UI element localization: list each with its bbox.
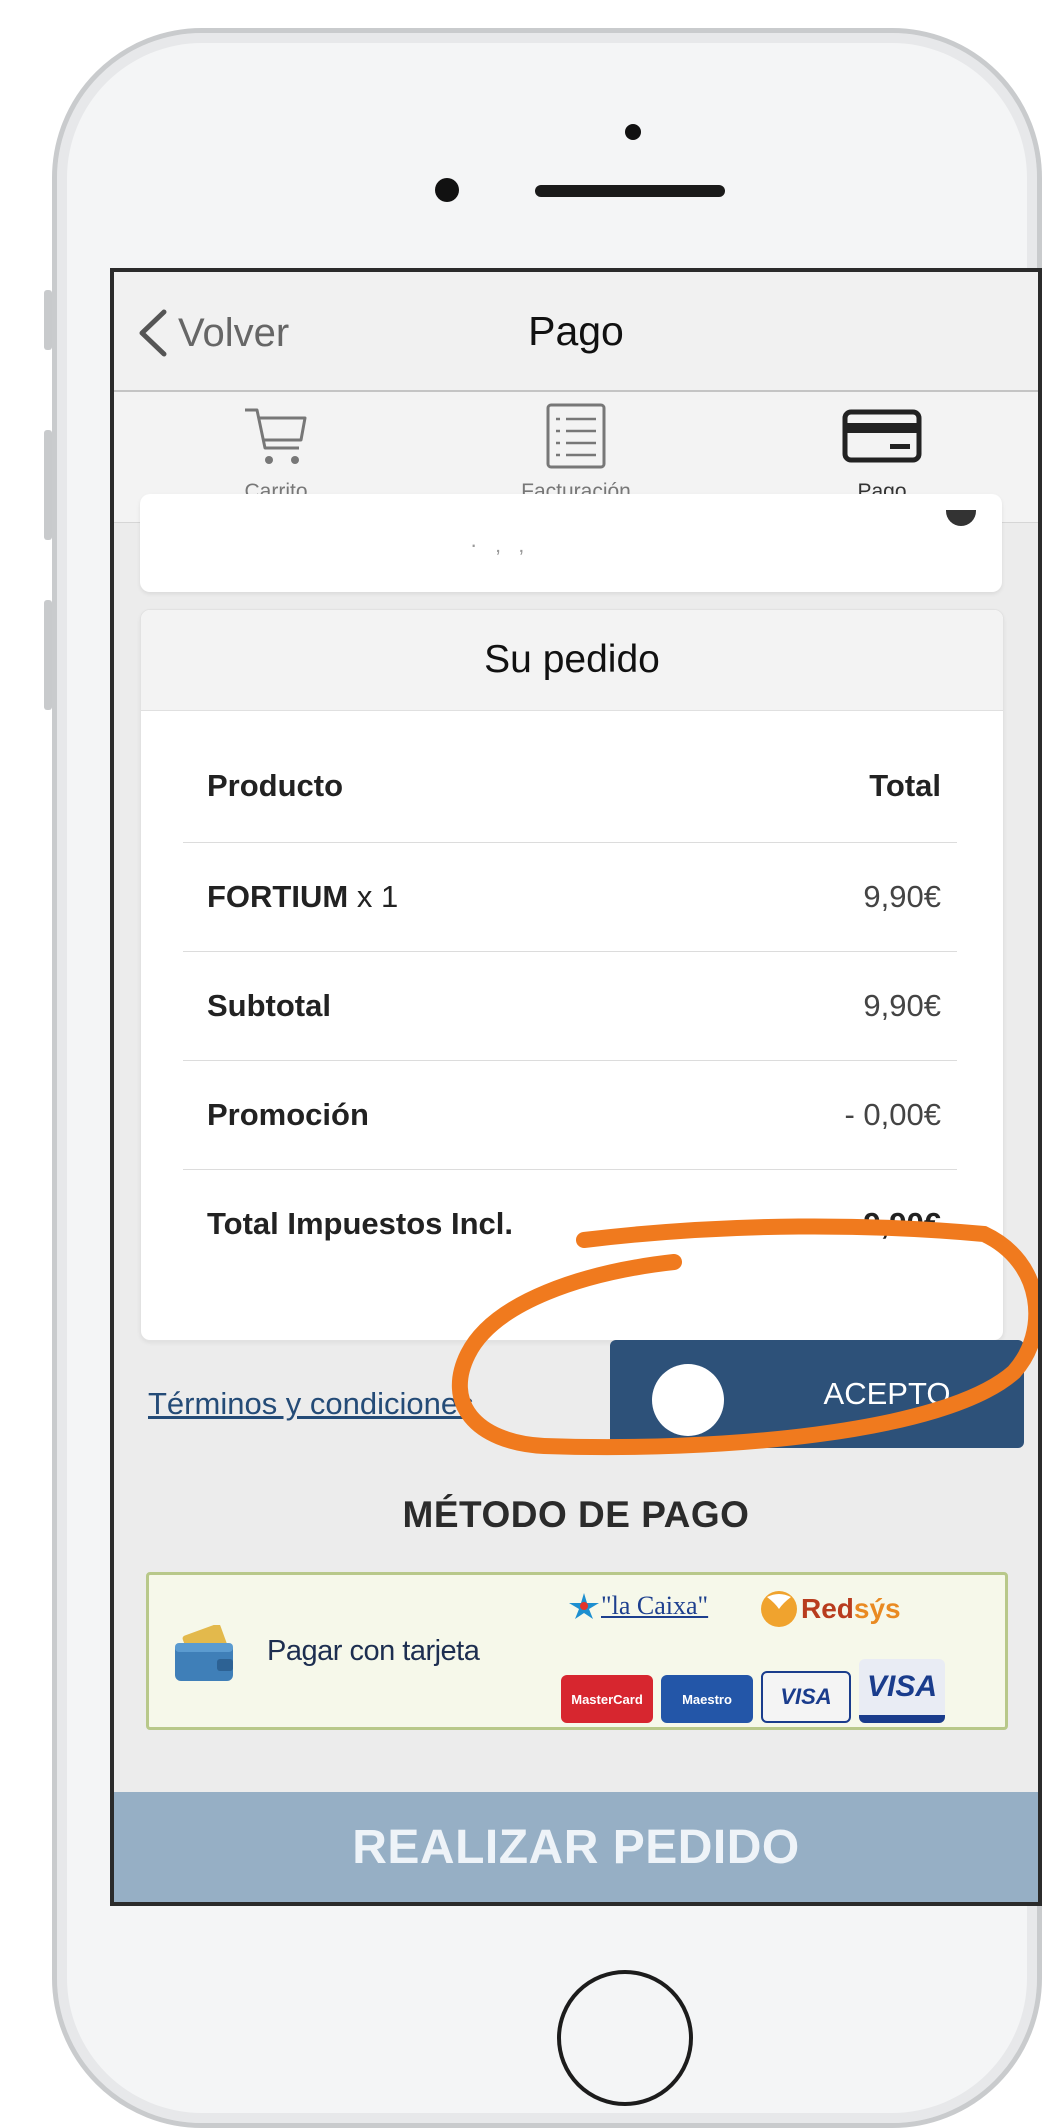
step-facturacion[interactable]: Facturación (466, 400, 686, 504)
promotion-value: - 0,00€ (844, 1097, 941, 1132)
list-icon (546, 403, 606, 469)
proximity-sensor (435, 178, 459, 202)
order-row-subtotal: Subtotal 9,90€ (183, 952, 957, 1061)
checkout-content: · ‚ ‚ Su pedido Producto Total FORTIUM x… (114, 494, 1038, 1792)
credit-card-icon (842, 409, 922, 463)
volume-down-button (44, 600, 52, 710)
step-carrito[interactable]: Carrito (166, 400, 386, 504)
column-header-product: Producto (207, 768, 344, 803)
app-screen: Volver Pago Carrito Facturación Pago · ‚… (110, 268, 1042, 1906)
place-order-button[interactable]: REALIZAR PEDIDO (114, 1792, 1038, 1902)
total-label: Total Impuestos Incl. (207, 1206, 514, 1241)
partial-text: · ‚ ‚ (470, 532, 524, 557)
order-row-total: Total Impuestos Incl. 9,90€ (183, 1170, 957, 1278)
radio-indicator (946, 510, 976, 526)
wallet-card-icon (175, 1625, 233, 1681)
toggle-knob[interactable] (652, 1364, 724, 1436)
mute-switch (44, 290, 52, 350)
subtotal-value: 9,90€ (863, 988, 941, 1023)
product-quantity: x 1 (356, 879, 399, 914)
step-pago[interactable]: Pago (772, 400, 992, 504)
nav-bar: Volver Pago (114, 272, 1038, 392)
order-header-row: Producto Total (183, 768, 957, 843)
product-total: 9,90€ (863, 879, 941, 914)
previous-section-card: · ‚ ‚ (140, 494, 1002, 592)
home-button[interactable] (557, 1970, 693, 2106)
volume-up-button (44, 430, 52, 540)
front-camera (625, 124, 641, 140)
card-brand-logos: MasterCard Maestro VISA VISA (561, 1659, 945, 1723)
redsys-mark-icon (761, 1591, 797, 1627)
column-header-total: Total (869, 768, 941, 803)
mastercard-logo: MasterCard (561, 1675, 653, 1723)
order-row-product: FORTIUM x 1 9,90€ (183, 843, 957, 952)
total-value: 9,90€ (863, 1206, 941, 1241)
order-row-promotion: Promoción - 0,00€ (183, 1061, 957, 1170)
product-name: FORTIUM x 1 (207, 879, 399, 914)
toggle-label: ACEPTO (823, 1376, 951, 1411)
visa-electron-logo: VISA (761, 1671, 851, 1723)
order-summary-card: Su pedido Producto Total FORTIUM x 1 9,9… (140, 609, 1004, 1341)
chevron-left-icon (139, 309, 167, 357)
visa-logo: VISA (859, 1659, 945, 1723)
back-button[interactable]: Volver (136, 308, 289, 358)
earpiece-speaker (535, 185, 725, 197)
pay-with-card-label: Pagar con tarjeta (267, 1635, 480, 1667)
star-icon (569, 1593, 599, 1619)
lacaixa-logo: "la Caixa" (567, 1591, 708, 1621)
subtotal-label: Subtotal (207, 988, 331, 1023)
pay-with-card-option[interactable]: Pagar con tarjeta "la Caixa" Red sýs Mas… (146, 1572, 1008, 1730)
order-table: Producto Total FORTIUM x 1 9,90€ Subtota… (183, 768, 957, 1278)
payment-logos: "la Caixa" Red sýs MasterCard Maestro VIS… (557, 1587, 977, 1723)
maestro-logo: Maestro (661, 1675, 753, 1723)
terms-link[interactable]: Términos y condiciones (148, 1386, 474, 1422)
cart-icon (245, 408, 307, 464)
order-title: Su pedido (141, 610, 1003, 711)
redsys-logo: Red sýs (757, 1589, 901, 1629)
accept-terms-toggle[interactable]: ACEPTO (610, 1340, 1024, 1448)
payment-method-title: MÉTODO DE PAGO (402, 1494, 750, 1535)
back-label: Volver (178, 310, 290, 355)
promotion-label: Promoción (207, 1097, 369, 1132)
